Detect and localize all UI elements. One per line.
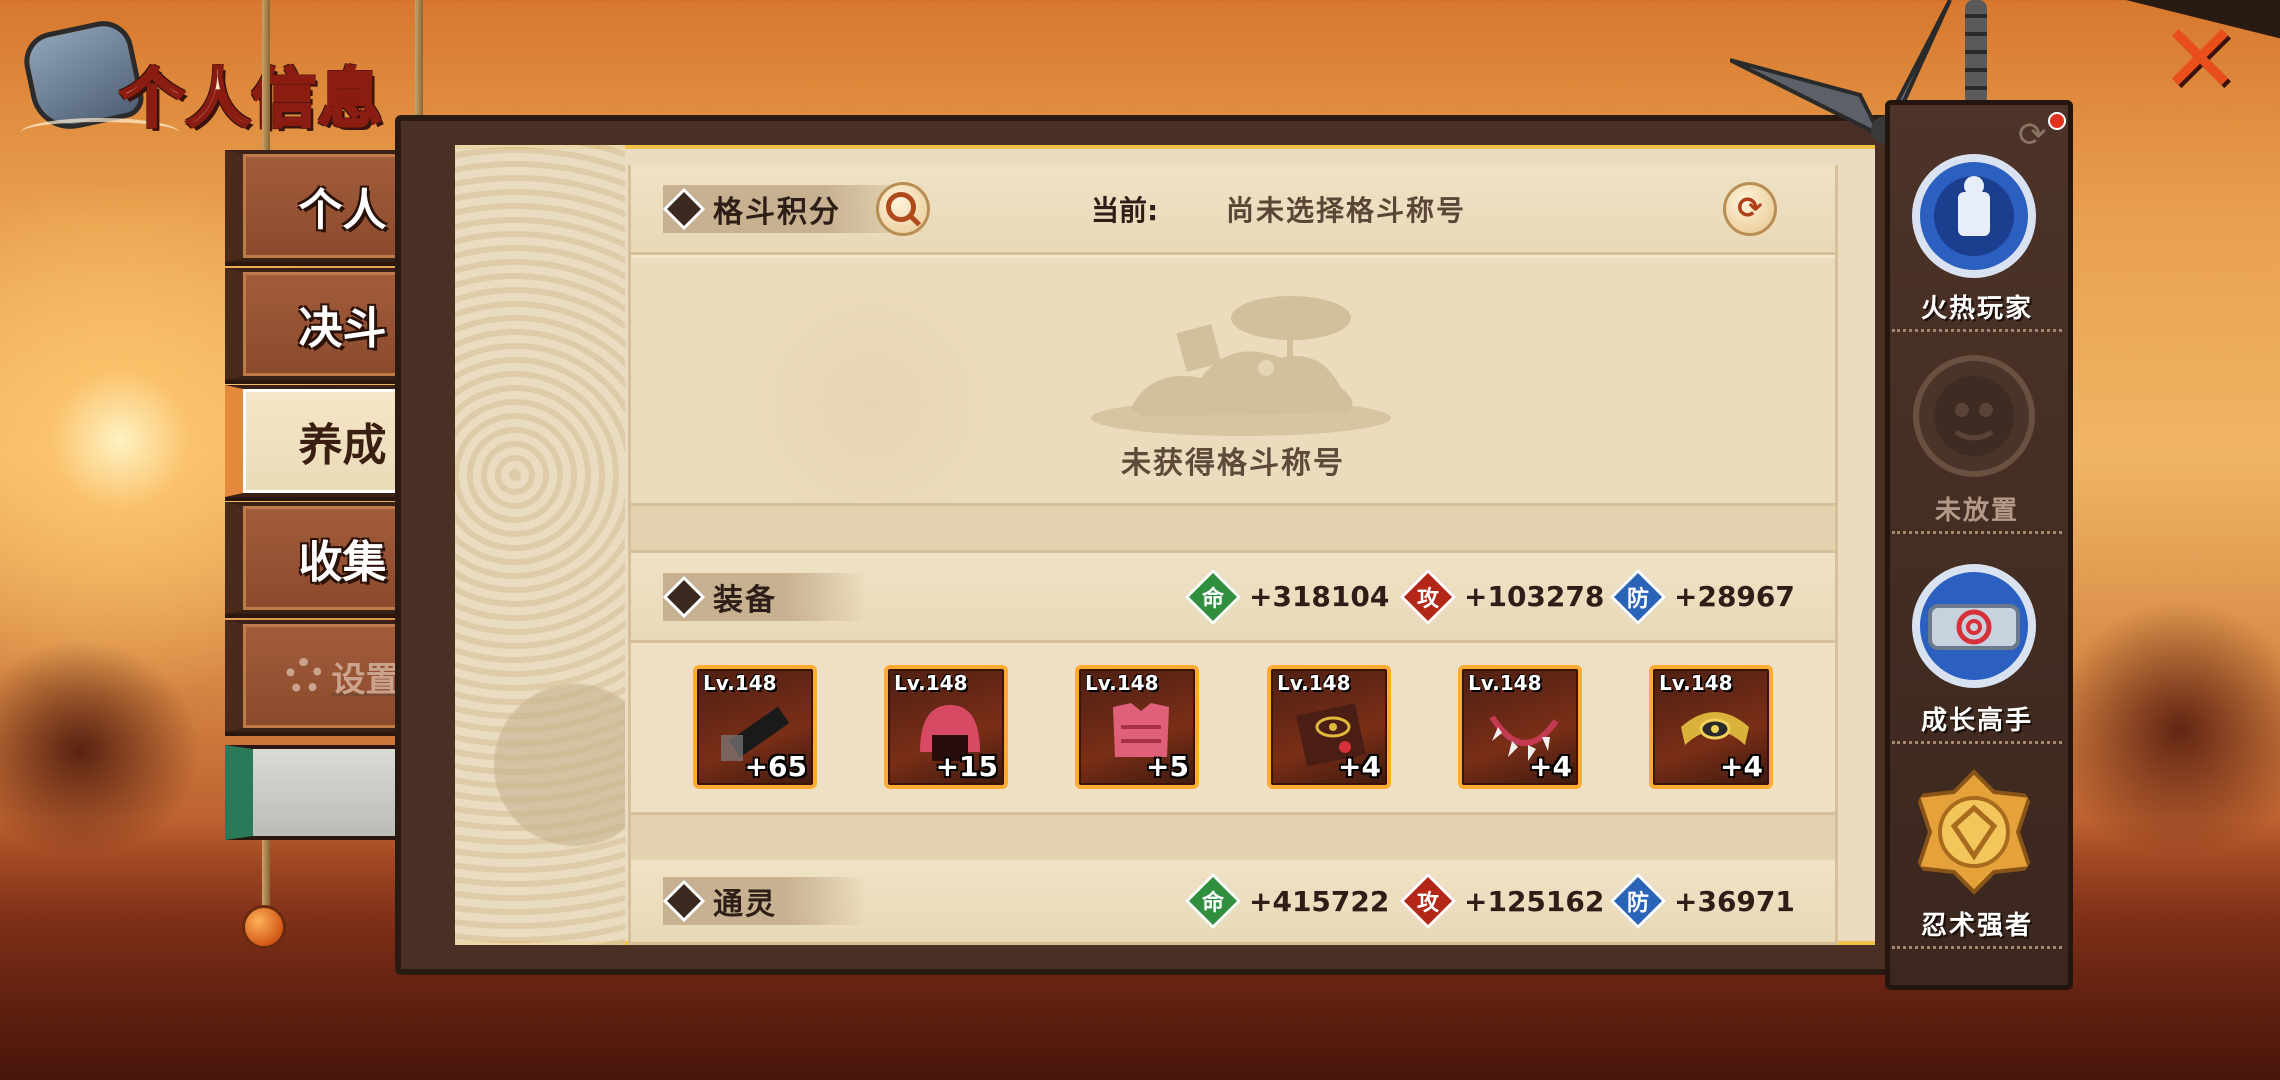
fight-title-display: 未获得格斗称号: [631, 258, 1835, 503]
defense-badge-icon: 防: [1609, 568, 1667, 625]
page-title-banner: 个人信息: [18, 15, 420, 153]
resting-frog-illustration: [1091, 296, 1391, 436]
hp-badge-icon: 命: [1184, 568, 1242, 625]
notification-dot: [2048, 112, 2066, 130]
attack-badge-icon: 攻: [1399, 872, 1457, 930]
defense-badge-icon: 防: [1609, 872, 1667, 930]
no-fight-title-text: 未获得格斗称号: [1121, 446, 1345, 481]
equipment-atk-stat: 攻 +103278: [1399, 568, 1604, 625]
equipment-header: 装备 命 +318104 攻 +103278 防 +28967: [631, 553, 1835, 643]
diamond-icon: [662, 575, 706, 618]
summon-atk-stat: 攻 +125162: [1399, 872, 1604, 930]
current-title-label: 当前:: [1091, 193, 1159, 227]
equipment-row: Lv.148 +65 Lv.148 +15 Lv.148 +5 Lv.148 +…: [631, 643, 1835, 815]
chain-decoration: [1965, 0, 1987, 105]
summon-header: 通灵 命 +415722 攻 +125162 防 +36971: [631, 860, 1835, 945]
fight-points-header: 格斗积分 当前: 尚未选择格斗称号 ⟳: [631, 165, 1835, 255]
badge-label: 忍术强者: [1892, 905, 2062, 949]
section-label: 通灵: [713, 887, 777, 922]
equipment-slot-helmet[interactable]: Lv.148 +15: [884, 665, 1008, 789]
golden-emblem-badge-icon[interactable]: [1910, 768, 2038, 896]
content-area[interactable]: 格斗积分 当前: 尚未选择格斗称号 ⟳ 未获得格斗称号 装备 命 +318104…: [628, 165, 1838, 945]
section-divider: [631, 503, 1835, 553]
equipment-def-stat: 防 +28967: [1609, 568, 1795, 625]
equipment-slot-scroll[interactable]: Lv.148 +4: [1267, 665, 1391, 789]
diamond-icon: [662, 187, 706, 230]
diamond-icon: [662, 879, 706, 923]
swap-icon[interactable]: ⟳: [2018, 115, 2047, 155]
badge-label: 火热玩家: [1892, 288, 2062, 332]
summon-hp-stat: 命 +415722: [1184, 872, 1389, 930]
background-ninja-silhouette-left: [0, 640, 200, 860]
hot-player-badge-icon[interactable]: [1910, 152, 2038, 280]
search-icon[interactable]: [876, 181, 930, 236]
equipment-hp-stat: 命 +318104: [1184, 568, 1389, 625]
section-divider: [631, 815, 1835, 860]
equipment-slot-belt[interactable]: Lv.148 +4: [1649, 665, 1773, 789]
background-ninja-silhouette-right: [2050, 600, 2280, 860]
gear-icon: [285, 658, 322, 694]
tassel-icon: [242, 905, 286, 949]
menu-item-label: 决斗: [298, 303, 387, 354]
empty-slot-badge-icon[interactable]: [1910, 352, 2038, 480]
equipment-slot-necklace[interactable]: Lv.148 +4: [1458, 665, 1582, 789]
attack-badge-icon: 攻: [1399, 568, 1457, 625]
menu-rope-left: [262, 0, 270, 150]
leaf-headband-badge-icon[interactable]: [1910, 562, 2038, 690]
summon-def-stat: 防 +36971: [1609, 872, 1795, 930]
menu-rope-left-bottom: [262, 840, 270, 910]
hp-badge-icon: 命: [1184, 872, 1242, 930]
menu-item-label: 收集: [298, 537, 387, 588]
equipment-slot-armor[interactable]: Lv.148 +5: [1075, 665, 1199, 789]
page-title: 个人信息: [119, 61, 384, 139]
menu-item-label: 设置: [331, 659, 400, 700]
parchment-pattern: [455, 145, 625, 945]
current-title-value: 尚未选择格斗称号: [1226, 193, 1467, 227]
refresh-icon[interactable]: ⟳: [1723, 181, 1777, 236]
section-tag: 通灵: [662, 877, 867, 925]
menu-item-label: 个人: [298, 185, 387, 236]
badge-label: 成长高手: [1892, 700, 2062, 744]
section-label: 格斗积分: [713, 194, 841, 230]
equipment-slot-weapon[interactable]: Lv.148 +65: [693, 665, 817, 789]
badge-label: 未放置: [1892, 490, 2062, 534]
section-label: 装备: [713, 582, 777, 618]
close-x-icon[interactable]: ✕: [2150, 11, 2250, 107]
section-tag: 装备: [662, 572, 867, 621]
menu-item-label: 养成: [298, 420, 387, 471]
